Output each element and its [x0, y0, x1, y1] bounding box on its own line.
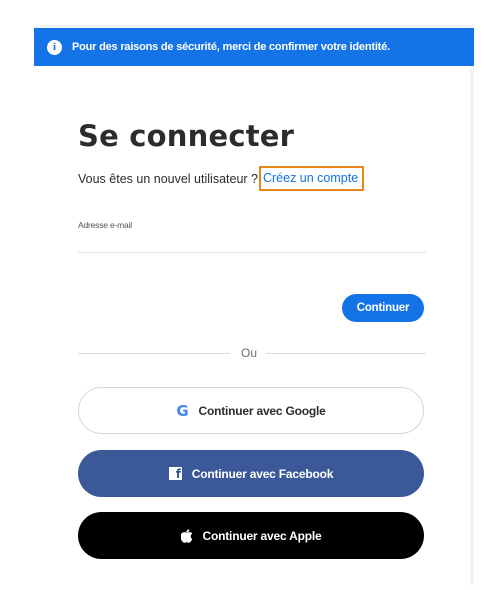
banner-message: Pour des raisons de sécurité, merci de c…: [72, 41, 390, 53]
apple-icon: [180, 528, 193, 543]
email-label: Adresse e-mail: [78, 220, 132, 230]
divider-text: Ou: [241, 346, 258, 360]
continue-button[interactable]: Continuer: [342, 294, 424, 322]
apple-signin-button[interactable]: Continuer avec Apple: [78, 512, 424, 559]
apple-button-label: Continuer avec Apple: [202, 528, 322, 543]
google-icon: G: [176, 401, 189, 420]
info-icon: i: [47, 39, 62, 55]
security-banner: i Pour des raisons de sécurité, merci de…: [34, 28, 474, 66]
google-signin-button[interactable]: G Continuer avec Google: [78, 387, 424, 434]
login-page: i Pour des raisons de sécurité, merci de…: [0, 0, 488, 590]
divider-line-right: [266, 353, 426, 354]
facebook-icon: f: [168, 467, 182, 480]
email-field[interactable]: [78, 232, 426, 253]
create-account-link[interactable]: Créez un compte: [258, 166, 365, 191]
new-user-prompt: Vous êtes un nouvel utilisateur ?: [78, 171, 258, 186]
google-button-label: Continuer avec Google: [198, 403, 326, 418]
facebook-button-label: Continuer avec Facebook: [191, 466, 334, 481]
facebook-signin-button[interactable]: f Continuer avec Facebook: [78, 450, 424, 497]
divider-line-left: [78, 353, 230, 354]
new-user-row: Vous êtes un nouvel utilisateur ? Créez …: [78, 166, 365, 191]
page-title: Se connecter: [78, 119, 295, 153]
